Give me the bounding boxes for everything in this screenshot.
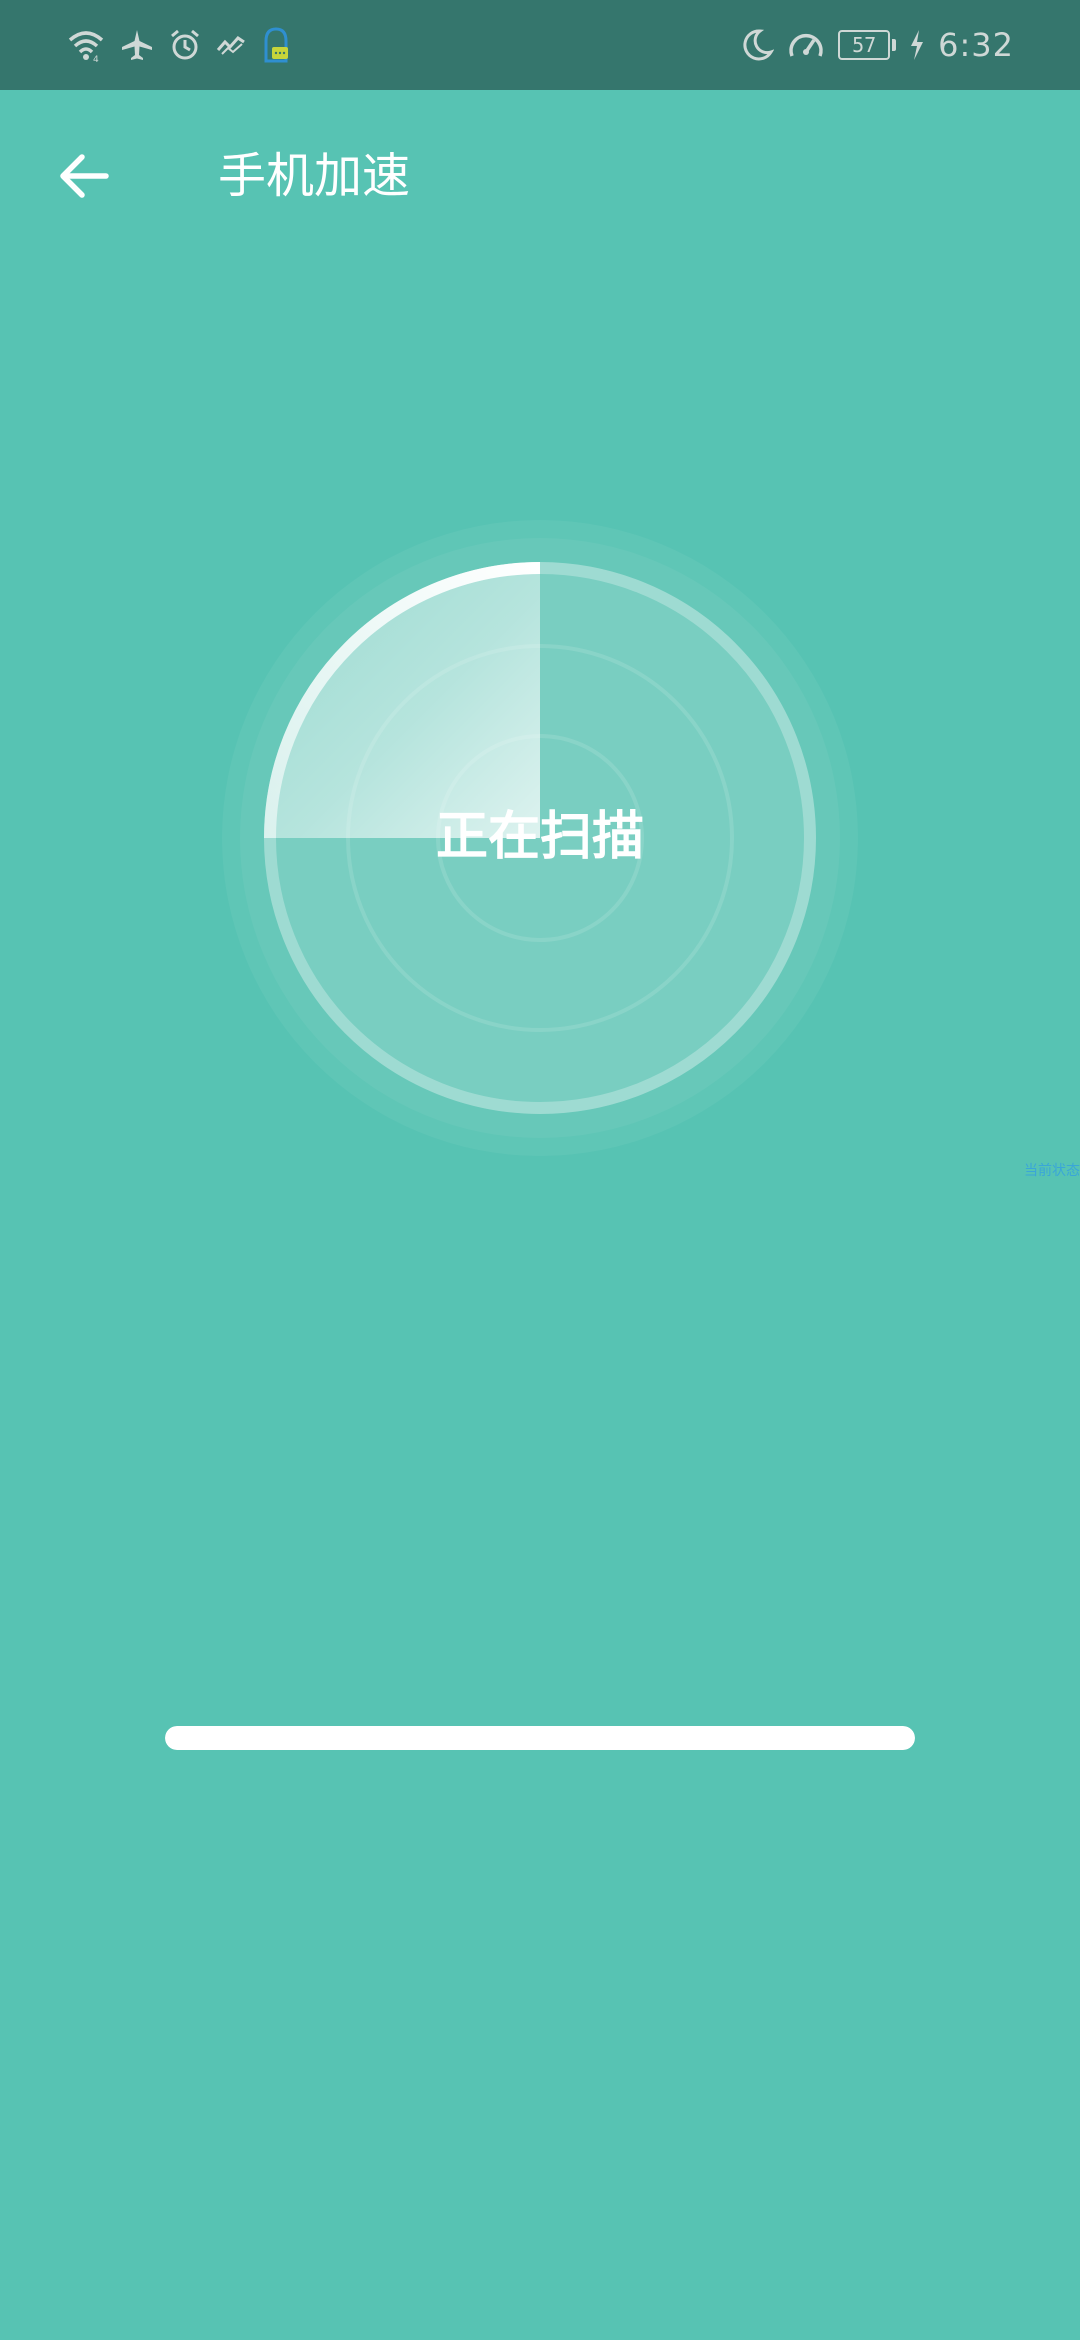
svg-text:4: 4: [93, 55, 99, 62]
status-bar: 4 57 6:32: [0, 0, 1080, 90]
alarm-icon: [168, 28, 202, 62]
speed-meter-icon: [786, 28, 826, 62]
status-left-icons: 4: [66, 24, 292, 66]
signal-icon: [216, 28, 246, 62]
clock: 6:32: [938, 26, 1014, 64]
wifi-icon: 4: [66, 28, 106, 62]
scan-progress-bar: [165, 1726, 915, 1750]
battery-level: 57: [838, 30, 891, 60]
back-button[interactable]: [54, 146, 114, 206]
battery-icon: 57: [838, 30, 897, 60]
scan-progress-fill: [165, 1726, 915, 1750]
scanner: 正在扫描: [220, 518, 860, 1158]
charging-icon: [908, 28, 926, 62]
scanning-status-text: 正在扫描: [435, 807, 644, 867]
app-notification-icon: [260, 25, 292, 65]
page-title: 手机加速: [218, 148, 411, 204]
title-bar: 手机加速: [0, 90, 1080, 260]
back-arrow-icon: [60, 154, 109, 198]
airplane-icon: [120, 28, 154, 62]
tiny-status-label: 当前状态: [1024, 1163, 1080, 1179]
status-right-icons: 57 6:32: [740, 24, 1014, 66]
moon-icon: [740, 28, 775, 62]
